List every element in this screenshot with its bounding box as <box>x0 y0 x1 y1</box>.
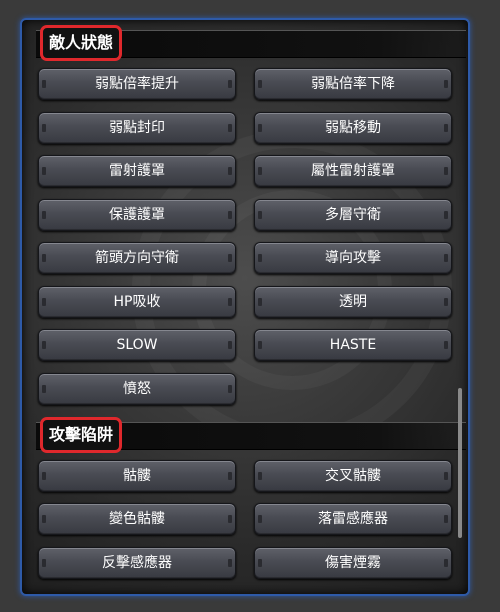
btn-arrow-guard[interactable]: 箭頭方向守衛 <box>38 242 236 274</box>
btn-protect-barrier[interactable]: 保護護罩 <box>38 199 236 231</box>
section-header-enemy-status: 敵人狀態 <box>36 25 466 61</box>
btn-homing-attack[interactable]: 導向攻擊 <box>254 242 452 274</box>
btn-color-skull[interactable]: 變色骷髏 <box>38 503 236 535</box>
btn-anger[interactable]: 憤怒 <box>38 373 236 405</box>
btn-hp-absorb[interactable]: HP吸收 <box>38 286 236 318</box>
btn-slow[interactable]: SLOW <box>38 329 236 361</box>
filter-panel: 敵人狀態 弱點倍率提升 弱點倍率下降 弱點封印 弱點移動 雷射護罩 屬性雷射護罩… <box>20 18 470 596</box>
btn-counter-sensor[interactable]: 反擊感應器 <box>38 547 236 579</box>
section-title-attack-traps: 攻擊陷阱 <box>40 417 123 453</box>
btn-weakness-move[interactable]: 弱點移動 <box>254 112 452 144</box>
btn-element-laser-barrier[interactable]: 屬性雷射護罩 <box>254 155 452 187</box>
scrollbar[interactable] <box>458 388 462 538</box>
btn-multi-guard[interactable]: 多層守衛 <box>254 199 452 231</box>
btn-laser-barrier[interactable]: 雷射護罩 <box>38 155 236 187</box>
btn-weakness-rate-down[interactable]: 弱點倍率下降 <box>254 68 452 100</box>
btn-haste[interactable]: HASTE <box>254 329 452 361</box>
section-header-attack-traps: 攻擊陷阱 <box>36 417 466 453</box>
btn-weakness-seal[interactable]: 弱點封印 <box>38 112 236 144</box>
btn-invisible[interactable]: 透明 <box>254 286 452 318</box>
section-title-enemy-status: 敵人狀態 <box>40 25 123 61</box>
btn-damage-smoke[interactable]: 傷害煙霧 <box>254 547 452 579</box>
btn-lightning-sensor[interactable]: 落雷感應器 <box>254 503 452 535</box>
ui-frame: 敵人狀態 弱點倍率提升 弱點倍率下降 弱點封印 弱點移動 雷射護罩 屬性雷射護罩… <box>0 0 500 612</box>
btn-cross-skull[interactable]: 交叉骷髏 <box>254 460 452 492</box>
btn-skull[interactable]: 骷髏 <box>38 460 236 492</box>
btn-weakness-rate-up[interactable]: 弱點倍率提升 <box>38 68 236 100</box>
